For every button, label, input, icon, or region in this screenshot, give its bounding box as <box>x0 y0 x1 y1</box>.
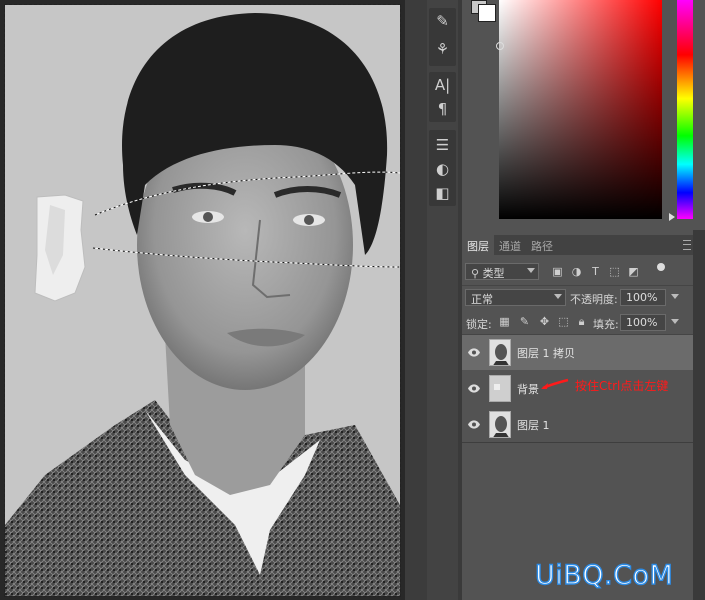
chevron-down-icon <box>671 319 679 324</box>
fill-value: 100% <box>626 316 658 329</box>
tab-layers[interactable]: 图层 <box>462 235 494 255</box>
layers-panel-tabs: 图层 通道 路径 <box>462 235 693 255</box>
color-picker-cursor[interactable] <box>496 42 504 50</box>
lock-position-icon[interactable]: ✥ <box>538 315 551 328</box>
character-icon[interactable]: A| <box>430 74 455 96</box>
chevron-down-icon <box>671 294 679 299</box>
panel-icon-dock: ✎ ⚘ A| ¶ ☰ ◐ ◧ <box>427 0 458 600</box>
brush-presets-icon[interactable]: ✎ <box>430 10 455 32</box>
fill-input[interactable]: 100% <box>620 314 679 331</box>
hue-slider-handle[interactable] <box>669 213 675 221</box>
tab-paths[interactable]: 路径 <box>526 235 558 255</box>
annotation-text: 按住Ctrl点击左键 <box>575 379 669 393</box>
layer-name: 图层 1 拷贝 <box>517 347 575 360</box>
layer-filter-label: 类型 <box>482 267 505 280</box>
portrait-photo <box>5 5 400 596</box>
background-color-swatch[interactable] <box>478 4 496 22</box>
opacity-label: 不透明度: <box>570 293 618 306</box>
opacity-input[interactable]: 100% <box>620 289 679 306</box>
paragraph-icon[interactable]: ¶ <box>430 98 455 120</box>
lock-label: 锁定: <box>466 318 492 331</box>
lock-transparency-icon[interactable]: ▦ <box>498 315 511 328</box>
blend-mode-select[interactable]: 正常 <box>465 289 566 306</box>
lock-all-icon[interactable]: 🔒︎ <box>575 315 588 328</box>
tab-channels[interactable]: 通道 <box>494 235 526 255</box>
color-field[interactable] <box>499 0 662 219</box>
fill-label: 填充: <box>593 318 619 331</box>
layer-row[interactable]: 图层 1 拷贝 <box>462 335 693 370</box>
layer-thumbnail <box>489 375 511 402</box>
eye-icon[interactable] <box>468 419 480 430</box>
document-canvas[interactable] <box>0 0 405 600</box>
styles-icon[interactable]: ◐ <box>430 158 455 180</box>
watermark-logo: UiBQ.CoM <box>534 559 674 591</box>
filter-type-icon[interactable]: T <box>589 265 602 278</box>
eye-icon[interactable] <box>468 347 480 358</box>
layers-panel: 图层 通道 路径 ⚲ 类型 ▣ ◑ T ⬚ ◩ 正常 不透明度: 100% 锁定… <box>462 235 693 600</box>
panel-divider[interactable] <box>405 0 427 600</box>
layer-name: 背景 <box>517 383 539 396</box>
search-icon: ⚲ <box>471 267 480 280</box>
properties-icon[interactable]: ◧ <box>430 182 455 204</box>
layer-thumbnail <box>489 339 511 366</box>
layer-name: 图层 1 <box>517 419 550 432</box>
chevron-down-icon <box>527 268 535 273</box>
eye-icon[interactable] <box>468 383 480 394</box>
opacity-value: 100% <box>626 291 658 304</box>
annotation-arrow-icon <box>541 378 569 390</box>
blend-mode-value: 正常 <box>471 293 493 306</box>
filter-pixel-icon[interactable]: ▣ <box>551 265 564 278</box>
lock-artboard-icon[interactable]: ⬚ <box>557 315 570 328</box>
filter-smart-object-icon[interactable]: ◩ <box>627 265 640 278</box>
clone-source-icon[interactable]: ⚘ <box>430 38 455 60</box>
layer-filter-select[interactable]: ⚲ 类型 <box>465 263 539 280</box>
filter-toggle-icon[interactable] <box>657 263 665 271</box>
adjustments-icon[interactable]: ☰ <box>430 134 455 156</box>
panel-menu-icon[interactable] <box>683 240 691 250</box>
hue-slider[interactable] <box>677 0 693 219</box>
layer-row[interactable]: 图层 1 <box>462 407 693 442</box>
filter-adjustment-icon[interactable]: ◑ <box>570 265 583 278</box>
chevron-down-icon <box>554 294 562 299</box>
lock-image-icon[interactable]: ✎ <box>518 315 531 328</box>
layer-thumbnail <box>489 411 511 438</box>
panel-scrollbar[interactable] <box>693 230 705 600</box>
filter-shape-icon[interactable]: ⬚ <box>608 265 621 278</box>
